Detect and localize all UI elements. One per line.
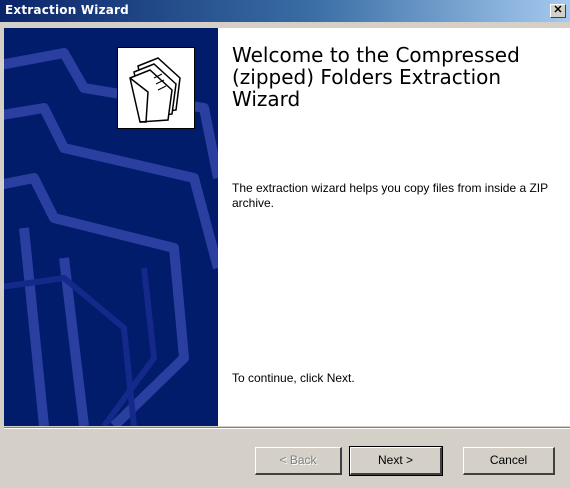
next-button[interactable]: Next > (349, 446, 443, 476)
wizard-description: The extraction wizard helps you copy fil… (232, 181, 548, 210)
wizard-content: Welcome to the Compressed (zipped) Folde… (232, 28, 562, 426)
cancel-button[interactable]: Cancel (463, 447, 555, 475)
wizard-banner (4, 28, 218, 426)
wizard-client-area: Welcome to the Compressed (zipped) Folde… (4, 28, 570, 426)
window-title: Extraction Wizard (5, 3, 129, 17)
back-button[interactable]: < Back (255, 447, 342, 475)
close-button[interactable]: ✕ (550, 4, 566, 18)
title-bar[interactable]: Extraction Wizard ✕ (0, 0, 570, 22)
button-divider (4, 427, 570, 429)
welcome-heading: Welcome to the Compressed (zipped) Folde… (232, 43, 520, 111)
continue-instruction: To continue, click Next. (232, 371, 355, 385)
close-icon: ✕ (553, 4, 563, 16)
zip-folders-icon (117, 47, 195, 129)
extraction-wizard-window: Extraction Wizard ✕ Welcome to the Compr… (0, 0, 570, 488)
